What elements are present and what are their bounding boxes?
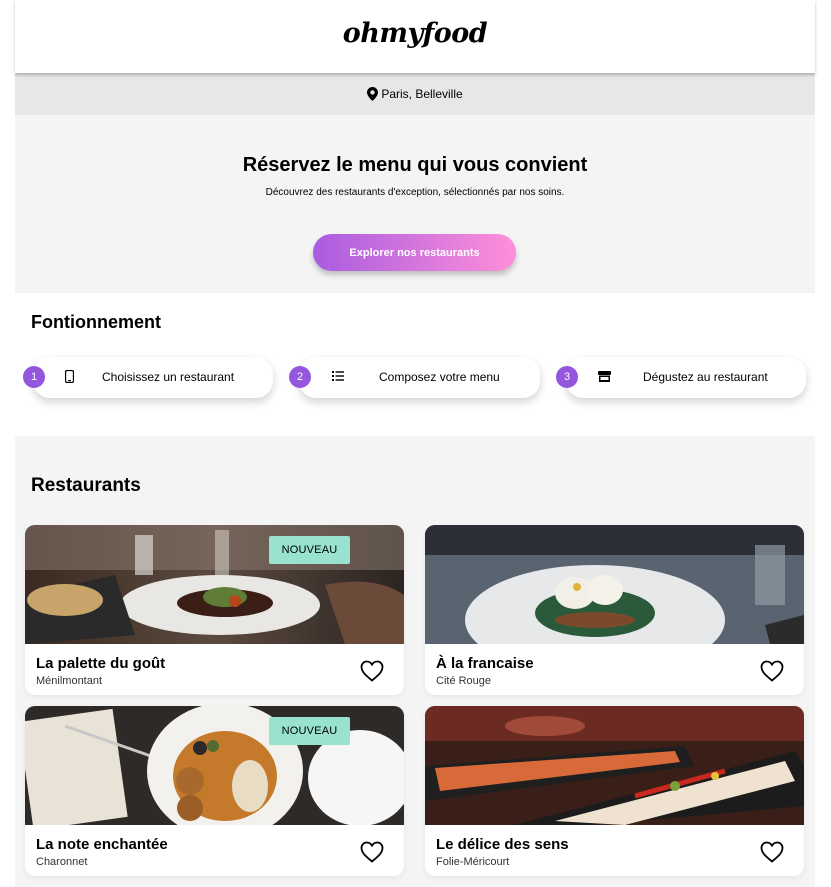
step-number: 3: [556, 366, 578, 388]
restaurant-area: Folie-Méricourt: [436, 856, 510, 868]
new-badge: NOUVEAU: [269, 536, 350, 564]
step-number: 1: [23, 366, 45, 388]
restaurant-card-note-enchantee[interactable]: NOUVEAU La note enchantée Charonnet: [25, 706, 404, 876]
mobile-phone-icon: [62, 369, 76, 383]
new-badge: NOUVEAU: [269, 717, 350, 745]
location-bar[interactable]: Paris, Belleville: [15, 73, 815, 115]
heart-icon[interactable]: [360, 660, 384, 682]
step-label: Choisissez un restaurant: [102, 370, 235, 384]
step-compose-menu: 2 Composez votre menu: [289, 357, 540, 398]
step-taste-restaurant: 3 Dégustez au restaurant: [556, 357, 806, 398]
step-label: Dégustez au restaurant: [643, 370, 768, 384]
restaurants-title: Restaurants: [31, 475, 141, 496]
restaurant-card-delice-des-sens[interactable]: Le délice des sens Folie-Méricourt: [425, 706, 804, 876]
restaurant-photo: [425, 706, 804, 825]
hero-subtitle: Découvrez des restaurants d'exception, s…: [265, 187, 565, 198]
list-icon: [331, 369, 345, 383]
brand-logo[interactable]: ohmyfood: [343, 18, 488, 49]
heart-icon[interactable]: [760, 841, 784, 863]
restaurant-card-palette-du-gout[interactable]: NOUVEAU La palette du goût Ménilmontant: [25, 525, 404, 695]
heart-icon[interactable]: [760, 660, 784, 682]
restaurants-section: Restaurants NOUVEAU La palette du goût M…: [15, 436, 815, 887]
site-header: ohmyfood: [15, 0, 815, 73]
map-pin-icon: [367, 87, 379, 101]
restaurant-area: Charonnet: [36, 856, 88, 868]
step-number: 2: [289, 366, 311, 388]
restaurant-card-a-la-francaise[interactable]: À la francaise Cité Rouge: [425, 525, 804, 695]
restaurant-area: Ménilmontant: [36, 675, 103, 687]
store-icon: [597, 369, 611, 383]
heart-icon[interactable]: [360, 841, 384, 863]
how-it-works-title: Fontionnement: [31, 312, 161, 332]
restaurant-name: La note enchantée: [36, 836, 168, 853]
restaurant-area: Cité Rouge: [436, 675, 492, 687]
explore-restaurants-button[interactable]: Explorer nos restaurants: [313, 234, 516, 271]
restaurant-name: Le délice des sens: [436, 836, 569, 853]
restaurant-photo: [425, 525, 804, 644]
hero-title: Réservez le menu qui vous convient: [242, 154, 588, 176]
step-label: Composez votre menu: [379, 370, 500, 384]
restaurant-name: À la francaise: [436, 655, 534, 672]
restaurant-name: La palette du goût: [36, 655, 166, 672]
page: ohmyfood Paris, Belleville Réservez le m…: [15, 0, 815, 887]
hero-section: Réservez le menu qui vous convient Décou…: [15, 115, 815, 293]
step-choose-restaurant: 1 Choisissez un restaurant: [23, 357, 273, 398]
location-text: Paris, Belleville: [381, 87, 463, 101]
